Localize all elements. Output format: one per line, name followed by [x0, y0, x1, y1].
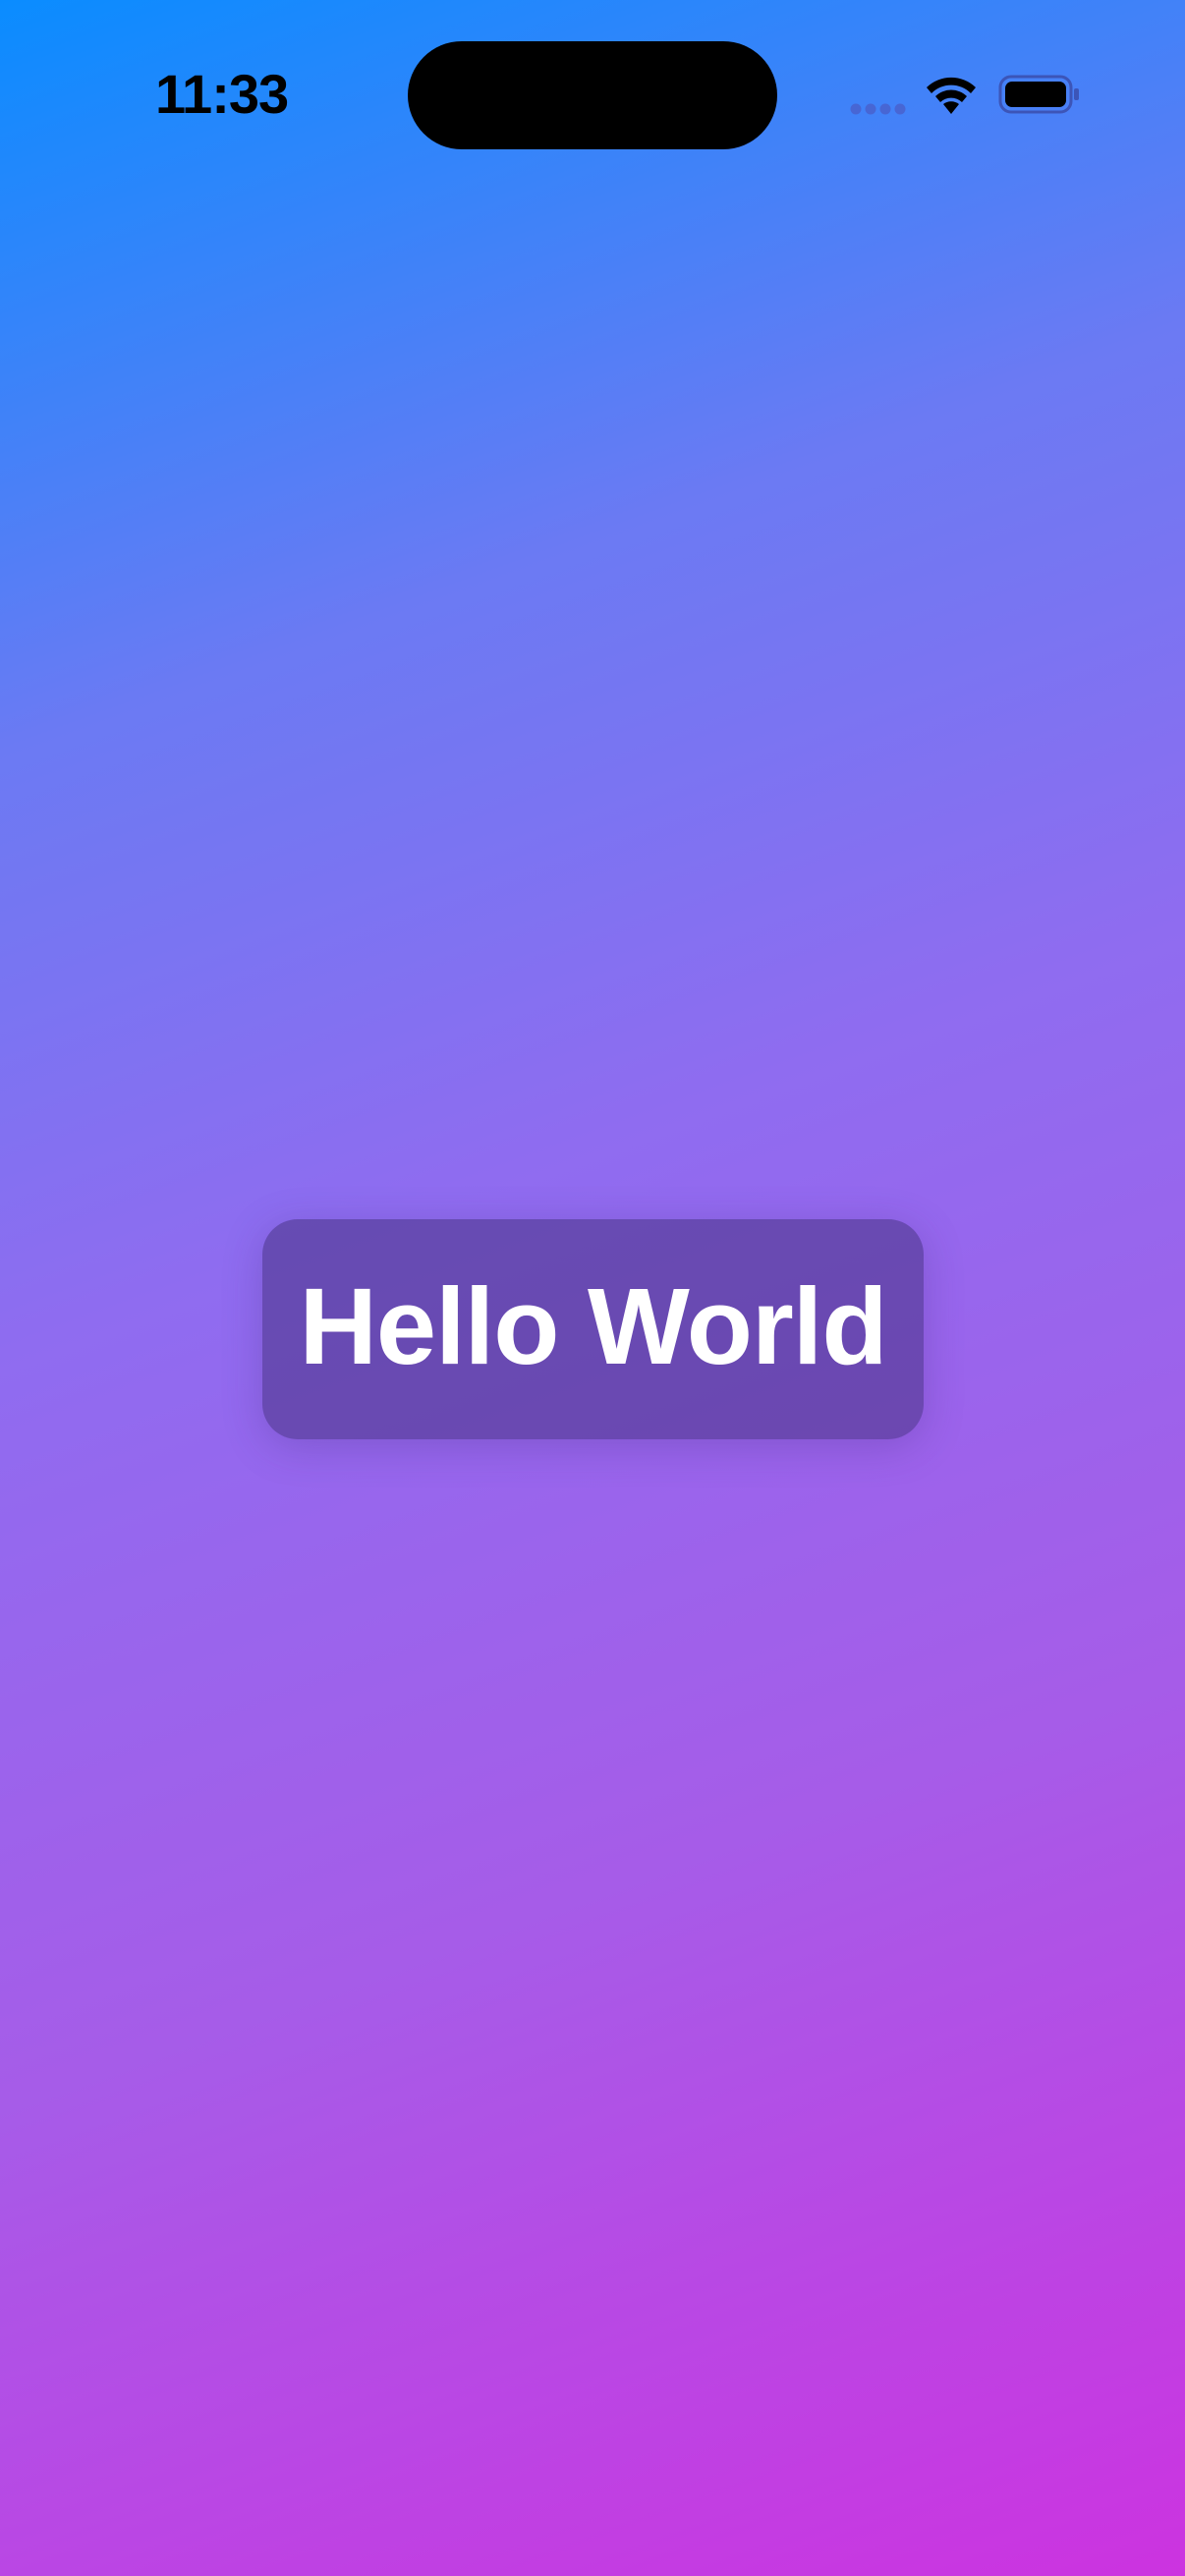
- app-screen: 11:33 Hello World: [0, 0, 1185, 2576]
- cellular-signal-icon: [850, 103, 906, 115]
- status-time: 11:33: [155, 63, 289, 125]
- greeting-text: Hello World: [299, 1266, 887, 1387]
- wifi-icon: [927, 77, 976, 114]
- dynamic-island: [408, 41, 777, 149]
- status-bar: 11:33: [0, 0, 1185, 196]
- battery-icon: [998, 75, 1079, 114]
- greeting-card: Hello World: [262, 1219, 924, 1439]
